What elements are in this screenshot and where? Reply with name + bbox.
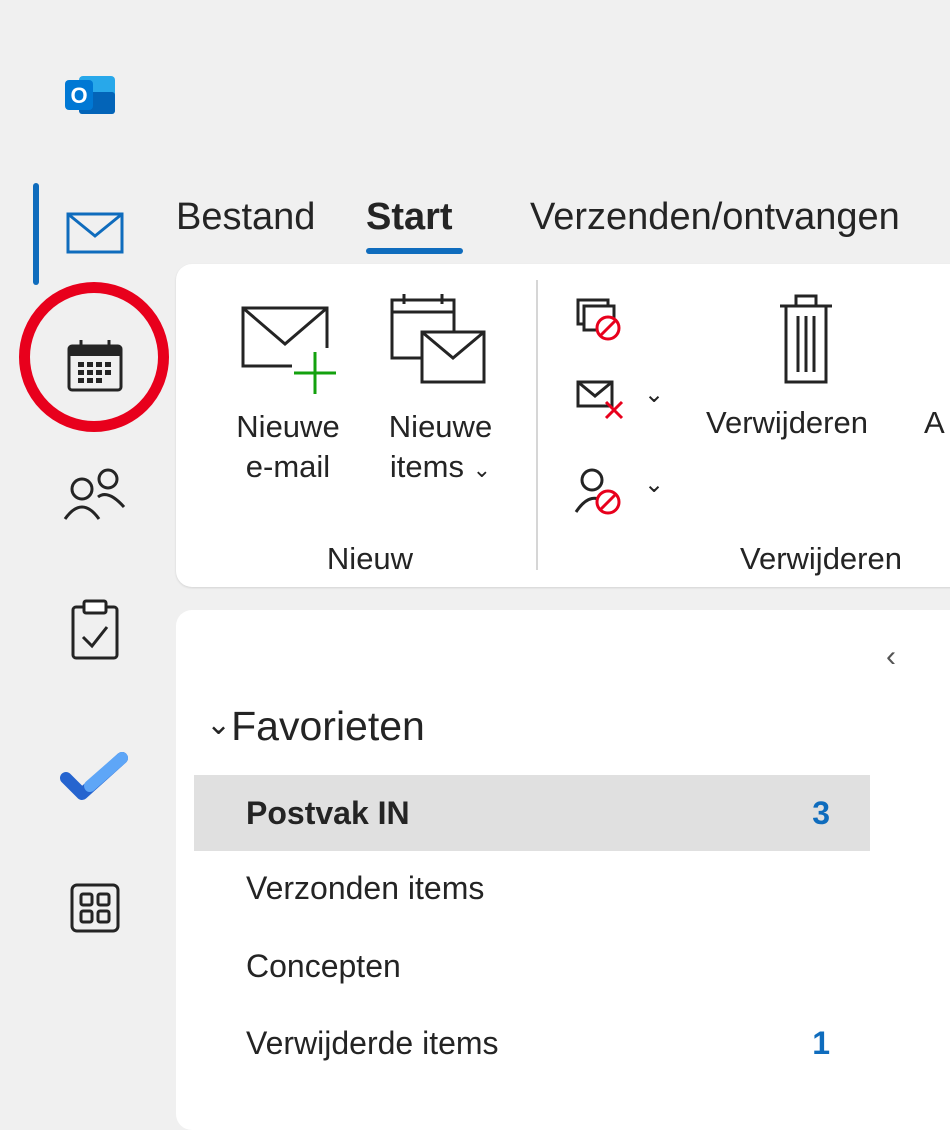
active-tab-underline: [366, 248, 463, 254]
ribbon-group-divider: [536, 280, 538, 570]
delete-button[interactable]: Verwijderen: [700, 290, 900, 490]
tab-bestand[interactable]: Bestand: [176, 196, 315, 238]
folder-item-verwijderde-items[interactable]: Verwijderde items 1: [194, 1005, 870, 1081]
folder-name: Concepten: [246, 948, 401, 984]
block-sender-icon: [574, 466, 628, 523]
new-items-icon: [388, 292, 488, 393]
new-email-label-line2: e-mail: [245, 449, 331, 484]
nav-mail-button[interactable]: [40, 195, 150, 275]
collapse-pane-icon[interactable]: ‹: [886, 640, 896, 674]
group-label-verwijderen: Verwijderen: [740, 541, 902, 576]
folder-item-verzonden-items[interactable]: Verzonden items: [194, 850, 870, 926]
new-items-label-line2: items ⌄: [389, 449, 492, 484]
nav-todo-button[interactable]: [40, 738, 150, 818]
delete-button-label: Verwijderen: [706, 405, 868, 440]
nav-people-button[interactable]: [40, 455, 150, 535]
tab-verzenden-ontvangen[interactable]: Verzenden/ontvangen: [530, 196, 900, 238]
favorites-chevron-icon: ⌄: [206, 708, 232, 741]
nav-calendar-button[interactable]: [40, 328, 150, 408]
trash-icon: [778, 292, 834, 391]
folder-name: Verwijderde items: [246, 1025, 499, 1061]
cleanup-chevron-icon: ⌄: [644, 381, 665, 408]
folder-item-concepten[interactable]: Concepten: [194, 928, 870, 1004]
ignore-button[interactable]: [574, 296, 634, 346]
new-email-label-line1: Nieuwe: [236, 409, 340, 444]
mail-icon: [65, 210, 125, 261]
nav-active-indicator: [33, 183, 39, 285]
favorites-header-label: Favorieten: [231, 703, 425, 749]
new-items-label-line1: Nieuwe: [388, 409, 493, 444]
people-icon: [62, 465, 128, 526]
unread-count: 3: [812, 795, 830, 831]
outlook-logo: O: [63, 70, 119, 120]
nav-apps-button[interactable]: [40, 870, 150, 950]
new-email-button[interactable]: Nieuwe e-mail: [218, 300, 358, 500]
nav-tasks-button[interactable]: [40, 592, 150, 672]
unread-count: 1: [812, 1025, 830, 1061]
ignore-icon: [574, 298, 626, 346]
next-button-label-cutoff[interactable]: A: [924, 404, 945, 442]
calendar-icon: [66, 338, 124, 399]
outlook-logo-letter: O: [70, 83, 87, 108]
new-items-button[interactable]: Nieuwe items ⌄: [368, 290, 513, 500]
new-mail-icon: [240, 304, 340, 405]
tab-start[interactable]: Start: [366, 196, 453, 238]
clipboard-check-icon: [70, 599, 120, 666]
folder-name: Verzonden items: [246, 870, 485, 906]
apps-grid-icon: [70, 883, 120, 938]
junk-chevron-icon: ⌄: [644, 471, 665, 498]
todo-check-icon: [60, 750, 130, 807]
folder-item-postvak-in[interactable]: Postvak IN 3: [194, 775, 870, 851]
cleanup-mail-icon: [574, 378, 628, 429]
cleanup-button[interactable]: ⌄: [574, 378, 674, 428]
folder-name: Postvak IN: [246, 795, 410, 831]
new-items-chevron-icon: ⌄: [472, 457, 492, 482]
group-label-nieuw: Nieuw: [326, 541, 414, 576]
favorites-header[interactable]: ⌄Favorieten: [206, 700, 425, 751]
junk-button[interactable]: ⌄: [574, 466, 674, 522]
